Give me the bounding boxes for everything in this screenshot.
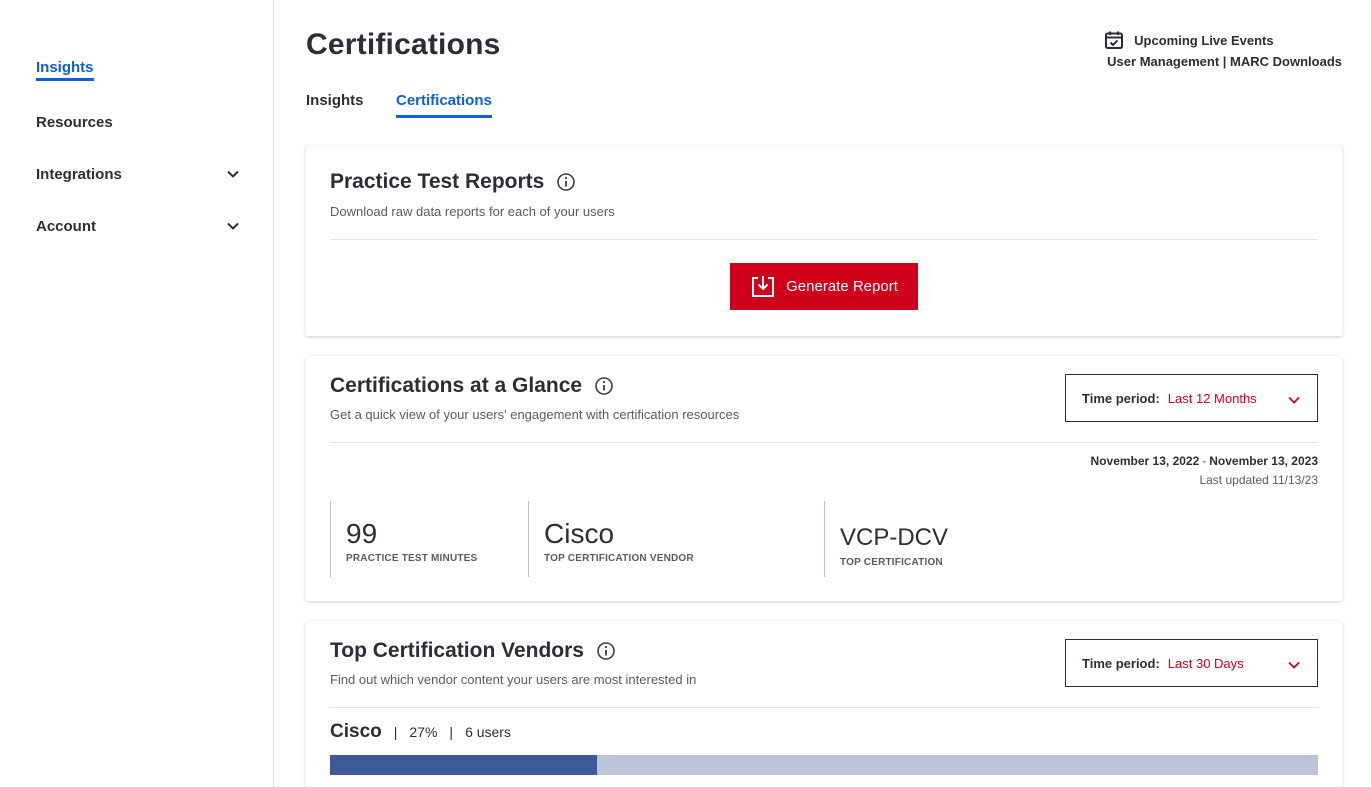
chevron-down-icon[interactable] (226, 167, 240, 181)
info-icon[interactable] (556, 172, 576, 192)
sidebar: Insights Resources Integrations Account (0, 0, 274, 787)
stat-top-vendor: Cisco TOP CERTIFICATION VENDOR (528, 501, 824, 577)
time-period-select[interactable]: Time period: Last 12 Months (1065, 374, 1318, 422)
top-links: Upcoming Live Events User Management | M… (1104, 30, 1342, 69)
card-title-text: Practice Test Reports (330, 170, 545, 193)
sidebar-item-label: Account (36, 217, 96, 235)
vendor-percent: 27% (409, 724, 438, 740)
time-period-value: Last 30 Days (1167, 655, 1244, 671)
vendor-share-bar-fill (330, 755, 597, 775)
vendor-share-bar (330, 755, 1318, 775)
time-period-value: Last 12 Months (1167, 390, 1257, 406)
vendor-users: 6 users (465, 724, 511, 740)
info-icon[interactable] (594, 376, 614, 396)
card-title: Top Certification Vendors (330, 639, 616, 663)
marc-downloads-link[interactable]: MARC Downloads (1230, 54, 1342, 69)
stat-value: VCP-DCV (840, 524, 949, 551)
chevron-down-icon (1288, 396, 1300, 404)
sidebar-item-label: Resources (36, 113, 113, 131)
card-title: Practice Test Reports (330, 170, 576, 194)
user-management-link[interactable]: User Management (1107, 54, 1219, 69)
card-subtitle: Download raw data reports for each of yo… (330, 204, 615, 219)
download-icon (752, 275, 775, 297)
divider (330, 707, 1318, 708)
date-separator: - (1202, 454, 1207, 468)
calendar-check-icon[interactable] (1104, 30, 1124, 50)
card-title-text: Certifications at a Glance (330, 374, 583, 397)
upcoming-events-link[interactable]: Upcoming Live Events (1134, 33, 1273, 48)
card-subtitle: Get a quick view of your users' engageme… (330, 407, 740, 422)
stat-caption: TOP CERTIFICATION (840, 557, 943, 568)
certifications-glance-card: Certifications at a Glance Get a quick v… (306, 356, 1342, 601)
date-end: November 13, 2023 (1209, 454, 1318, 468)
time-period-label: Time period: (1082, 655, 1160, 671)
tab-certifications[interactable]: Certifications (396, 92, 492, 118)
info-icon[interactable] (596, 641, 616, 661)
stat-top-certification: VCP-DCV TOP CERTIFICATION (824, 501, 1124, 577)
tab-insights[interactable]: Insights (306, 92, 364, 115)
date-range: November 13, 2022- November 13, 2023 (1091, 454, 1318, 468)
sidebar-item-integrations[interactable]: Integrations (36, 161, 240, 187)
time-period-label: Time period: (1082, 390, 1160, 406)
sidebar-item-account[interactable]: Account (36, 213, 240, 239)
vendor-separator: | (449, 724, 454, 740)
sidebar-item-label: Integrations (36, 165, 122, 183)
stat-practice-minutes: 99 PRACTICE TEST MINUTES (330, 501, 528, 577)
divider (330, 239, 1318, 240)
stat-caption: TOP CERTIFICATION VENDOR (544, 553, 694, 564)
sidebar-item-resources[interactable]: Resources (36, 109, 240, 135)
divider (330, 442, 1318, 443)
page-title: Certifications (306, 28, 501, 61)
last-updated: Last updated 11/13/23 (1199, 473, 1318, 487)
card-title-text: Top Certification Vendors (330, 639, 584, 662)
vendor-separator: | (393, 724, 398, 740)
chevron-down-icon (1288, 661, 1300, 669)
stat-value: 99 (346, 518, 378, 549)
stat-value: Cisco (544, 518, 615, 549)
link-separator: | (1222, 54, 1227, 69)
date-start: November 13, 2022 (1090, 454, 1200, 468)
sidebar-item-label: Insights (36, 59, 94, 81)
practice-test-reports-card: Practice Test Reports Download raw data … (306, 146, 1342, 336)
chevron-down-icon[interactable] (226, 219, 240, 233)
generate-report-button[interactable]: Generate Report (730, 263, 918, 310)
card-subtitle: Find out which vendor content your users… (330, 672, 697, 687)
generate-report-label: Generate Report (786, 278, 898, 295)
top-vendors-card: Top Certification Vendors Find out which… (306, 621, 1342, 787)
time-period-select[interactable]: Time period: Last 30 Days (1065, 639, 1318, 687)
sidebar-item-insights[interactable]: Insights (36, 57, 240, 83)
stat-caption: PRACTICE TEST MINUTES (346, 553, 478, 564)
card-title: Certifications at a Glance (330, 374, 614, 398)
vendor-name: Cisco (330, 721, 382, 742)
vendor-row: Cisco | 27% | 6 users (330, 721, 511, 743)
